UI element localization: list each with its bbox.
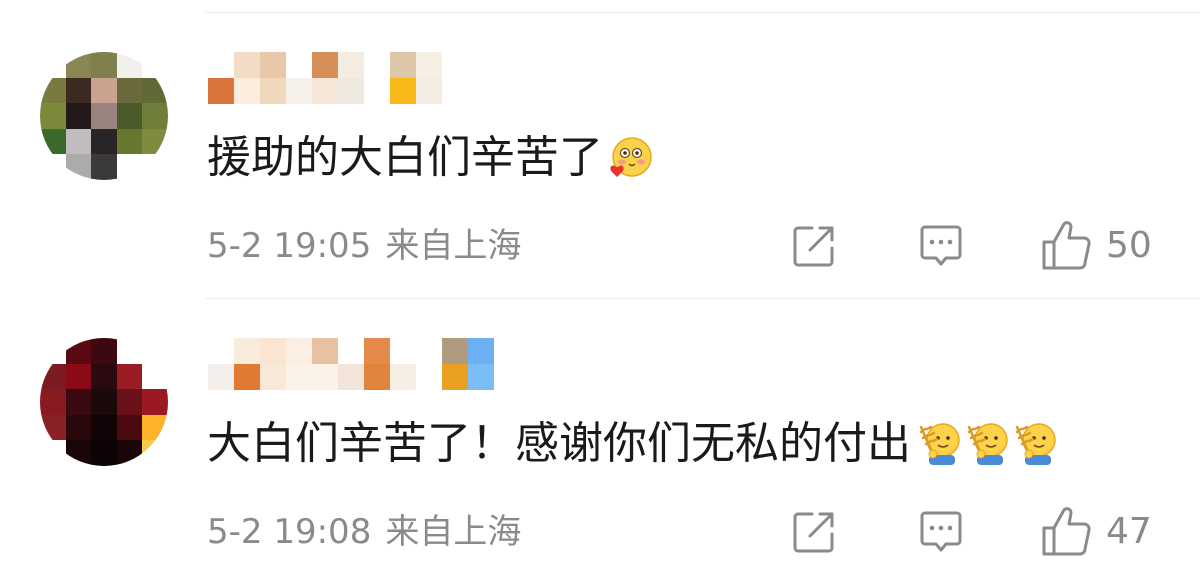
share-button[interactable]: [790, 508, 838, 556]
reply-icon: [920, 511, 962, 552]
like-button[interactable]: 47: [1040, 504, 1152, 558]
like-count: 50: [1106, 224, 1152, 266]
comment-text: 大白们辛苦了！感谢你们无私的付出: [207, 418, 1057, 470]
wheat-hug-emoji-icon: [967, 423, 1008, 465]
share-button[interactable]: [790, 222, 838, 270]
like-count: 47: [1106, 510, 1152, 552]
blush-heart-emoji-icon: [610, 137, 652, 177]
comment-location: 来自上海: [385, 226, 522, 266]
share-icon: [793, 512, 834, 553]
username-blurred[interactable]: [208, 52, 442, 104]
share-icon: [793, 226, 834, 267]
thumbs-up-icon: [1042, 507, 1091, 556]
avatar[interactable]: [40, 338, 168, 466]
reply-button[interactable]: [917, 508, 965, 556]
comment-text-content: 大白们辛苦了！感谢你们无私的付出: [207, 418, 911, 469]
comment-meta: 5-2 19:08 来自上海: [207, 512, 521, 552]
comment-text-content: 援助的大白们辛苦了: [207, 132, 603, 183]
comment-meta: 5-2 19:05 来自上海: [207, 226, 521, 266]
wheat-hug-emoji-icon: [919, 423, 960, 465]
wheat-hug-emoji-icon: [1015, 423, 1056, 465]
avatar[interactable]: [40, 52, 168, 180]
comment-date: 5-2 19:05: [207, 226, 372, 266]
like-button[interactable]: 50: [1040, 218, 1152, 272]
comment-date: 5-2 19:08: [207, 512, 372, 552]
username-blurred[interactable]: [208, 338, 494, 390]
thumbs-up-icon: [1042, 221, 1091, 270]
comment-text: 援助的大白们辛苦了: [207, 132, 653, 184]
comment-item: 援助的大白们辛苦了 5-2 19:05 来自上海 50: [0, 0, 1200, 286]
comment-item: 大白们辛苦了！感谢你们无私的付出 5-2 19:08 来自上海 47: [0, 286, 1200, 572]
reply-button[interactable]: [917, 222, 965, 270]
reply-icon: [920, 225, 962, 266]
comment-location: 来自上海: [385, 512, 522, 552]
